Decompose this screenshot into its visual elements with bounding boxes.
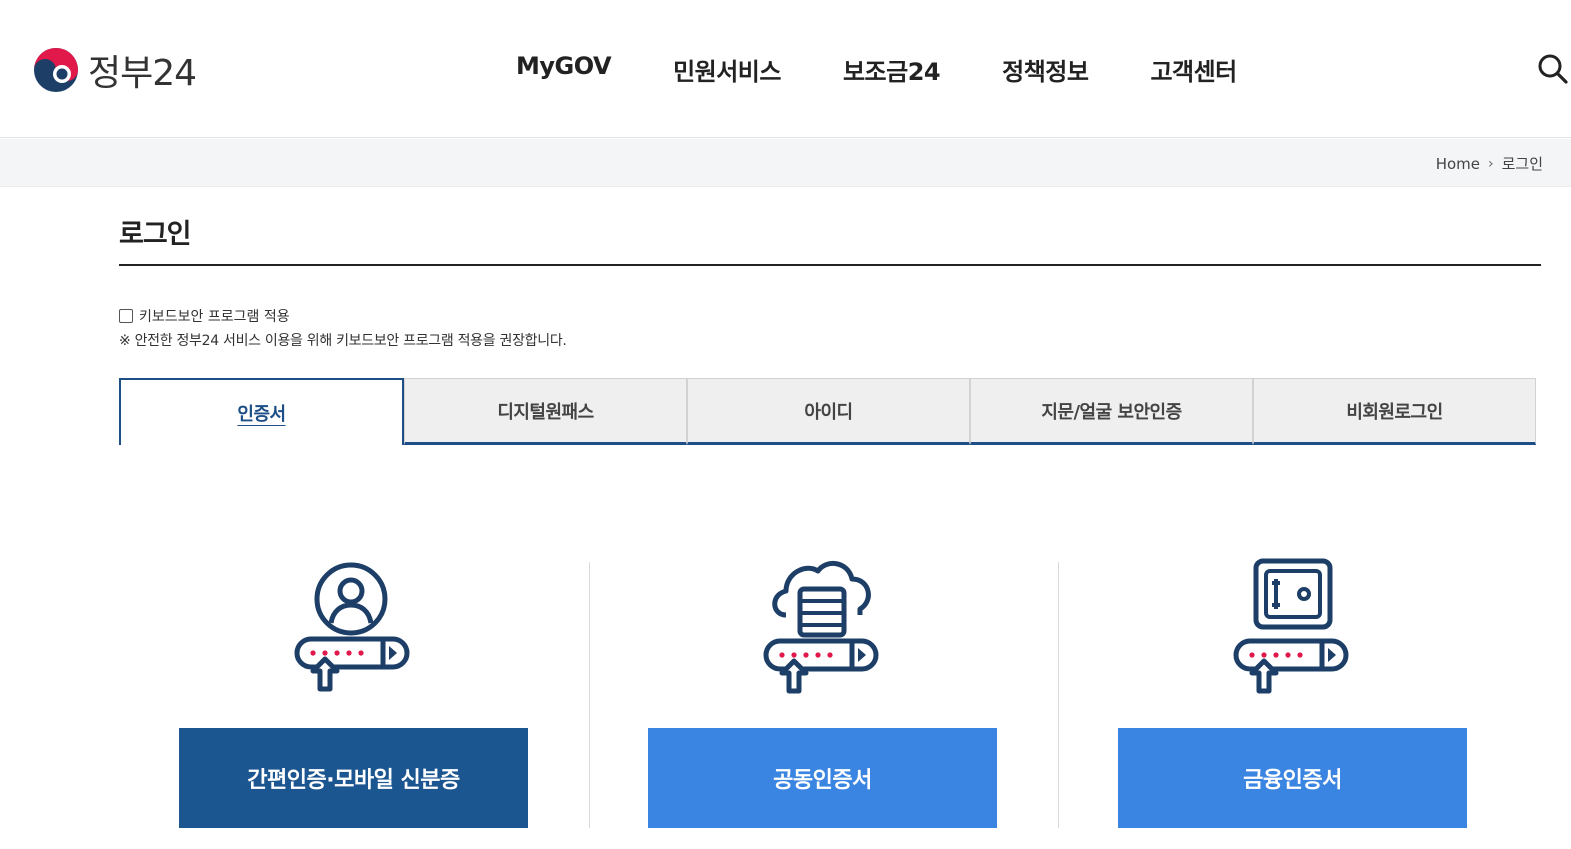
card-divider xyxy=(589,562,590,828)
tab-non-member[interactable]: 비회원로그인 xyxy=(1253,378,1536,445)
breadcrumb-home[interactable]: Home xyxy=(1436,155,1480,173)
keyboard-security-row: 키보드보안 프로그램 적용 xyxy=(119,306,290,326)
keyboard-security-note: ※ 안전한 정부24 서비스 이용을 위해 키보드보안 프로그램 적용을 권장합… xyxy=(119,333,567,349)
nav-item-customer-center[interactable]: 고객센터 xyxy=(1150,52,1237,87)
login-tabs: 인증서 디지털원패스 아이디 지문/얼굴 보안인증 비회원로그인 xyxy=(119,378,1536,445)
tab-certificate[interactable]: 인증서 xyxy=(119,378,404,445)
joint-certificate-button[interactable]: 공동인증서 xyxy=(648,728,997,828)
safe-login-icon xyxy=(1228,555,1358,700)
nav-item-policy-info[interactable]: 정책정보 xyxy=(1002,52,1089,87)
tab-digital-onepass[interactable]: 디지털원패스 xyxy=(404,378,687,445)
breadcrumb: Home › 로그인 xyxy=(1436,153,1543,174)
method-card-financial-cert: 금융인증서 xyxy=(1118,555,1467,828)
cloud-server-login-icon xyxy=(758,555,888,700)
method-card-joint-cert: 공동인증서 xyxy=(648,555,997,828)
method-card-simple-auth: 간편인증·모바일 신분증 xyxy=(179,555,528,828)
simple-auth-button[interactable]: 간편인증·모바일 신분증 xyxy=(179,728,528,828)
logo-text: 정부24 xyxy=(88,53,197,94)
main-nav: MyGOV 민원서비스 보조금24 정책정보 고객센터 xyxy=(516,52,1237,87)
keyboard-security-label[interactable]: 키보드보안 프로그램 적용 xyxy=(139,306,290,326)
taegeuk-logo-icon xyxy=(34,48,78,92)
search-icon xyxy=(1538,54,1568,84)
keyboard-security-checkbox[interactable] xyxy=(119,309,133,323)
site-header: 정부24 MyGOV 민원서비스 보조금24 정책정보 고객센터 xyxy=(0,0,1571,138)
breadcrumb-current: 로그인 xyxy=(1501,155,1543,173)
financial-certificate-button[interactable]: 금융인증서 xyxy=(1118,728,1467,828)
page-title: 로그인 xyxy=(119,219,192,250)
user-login-icon xyxy=(289,555,419,700)
breadcrumb-bar: Home › 로그인 xyxy=(0,139,1571,187)
nav-item-mygov[interactable]: MyGOV xyxy=(516,52,612,87)
logo[interactable]: 정부24 xyxy=(32,44,197,96)
nav-item-civil-service[interactable]: 민원서비스 xyxy=(673,52,781,87)
card-divider xyxy=(1058,562,1059,828)
nav-item-subsidy24[interactable]: 보조금24 xyxy=(843,52,941,87)
tab-id[interactable]: 아이디 xyxy=(687,378,970,445)
chevron-right-icon: › xyxy=(1487,155,1494,172)
search-button[interactable] xyxy=(1536,52,1568,84)
tab-biometric[interactable]: 지문/얼굴 보안인증 xyxy=(970,378,1253,445)
title-divider xyxy=(119,264,1541,266)
